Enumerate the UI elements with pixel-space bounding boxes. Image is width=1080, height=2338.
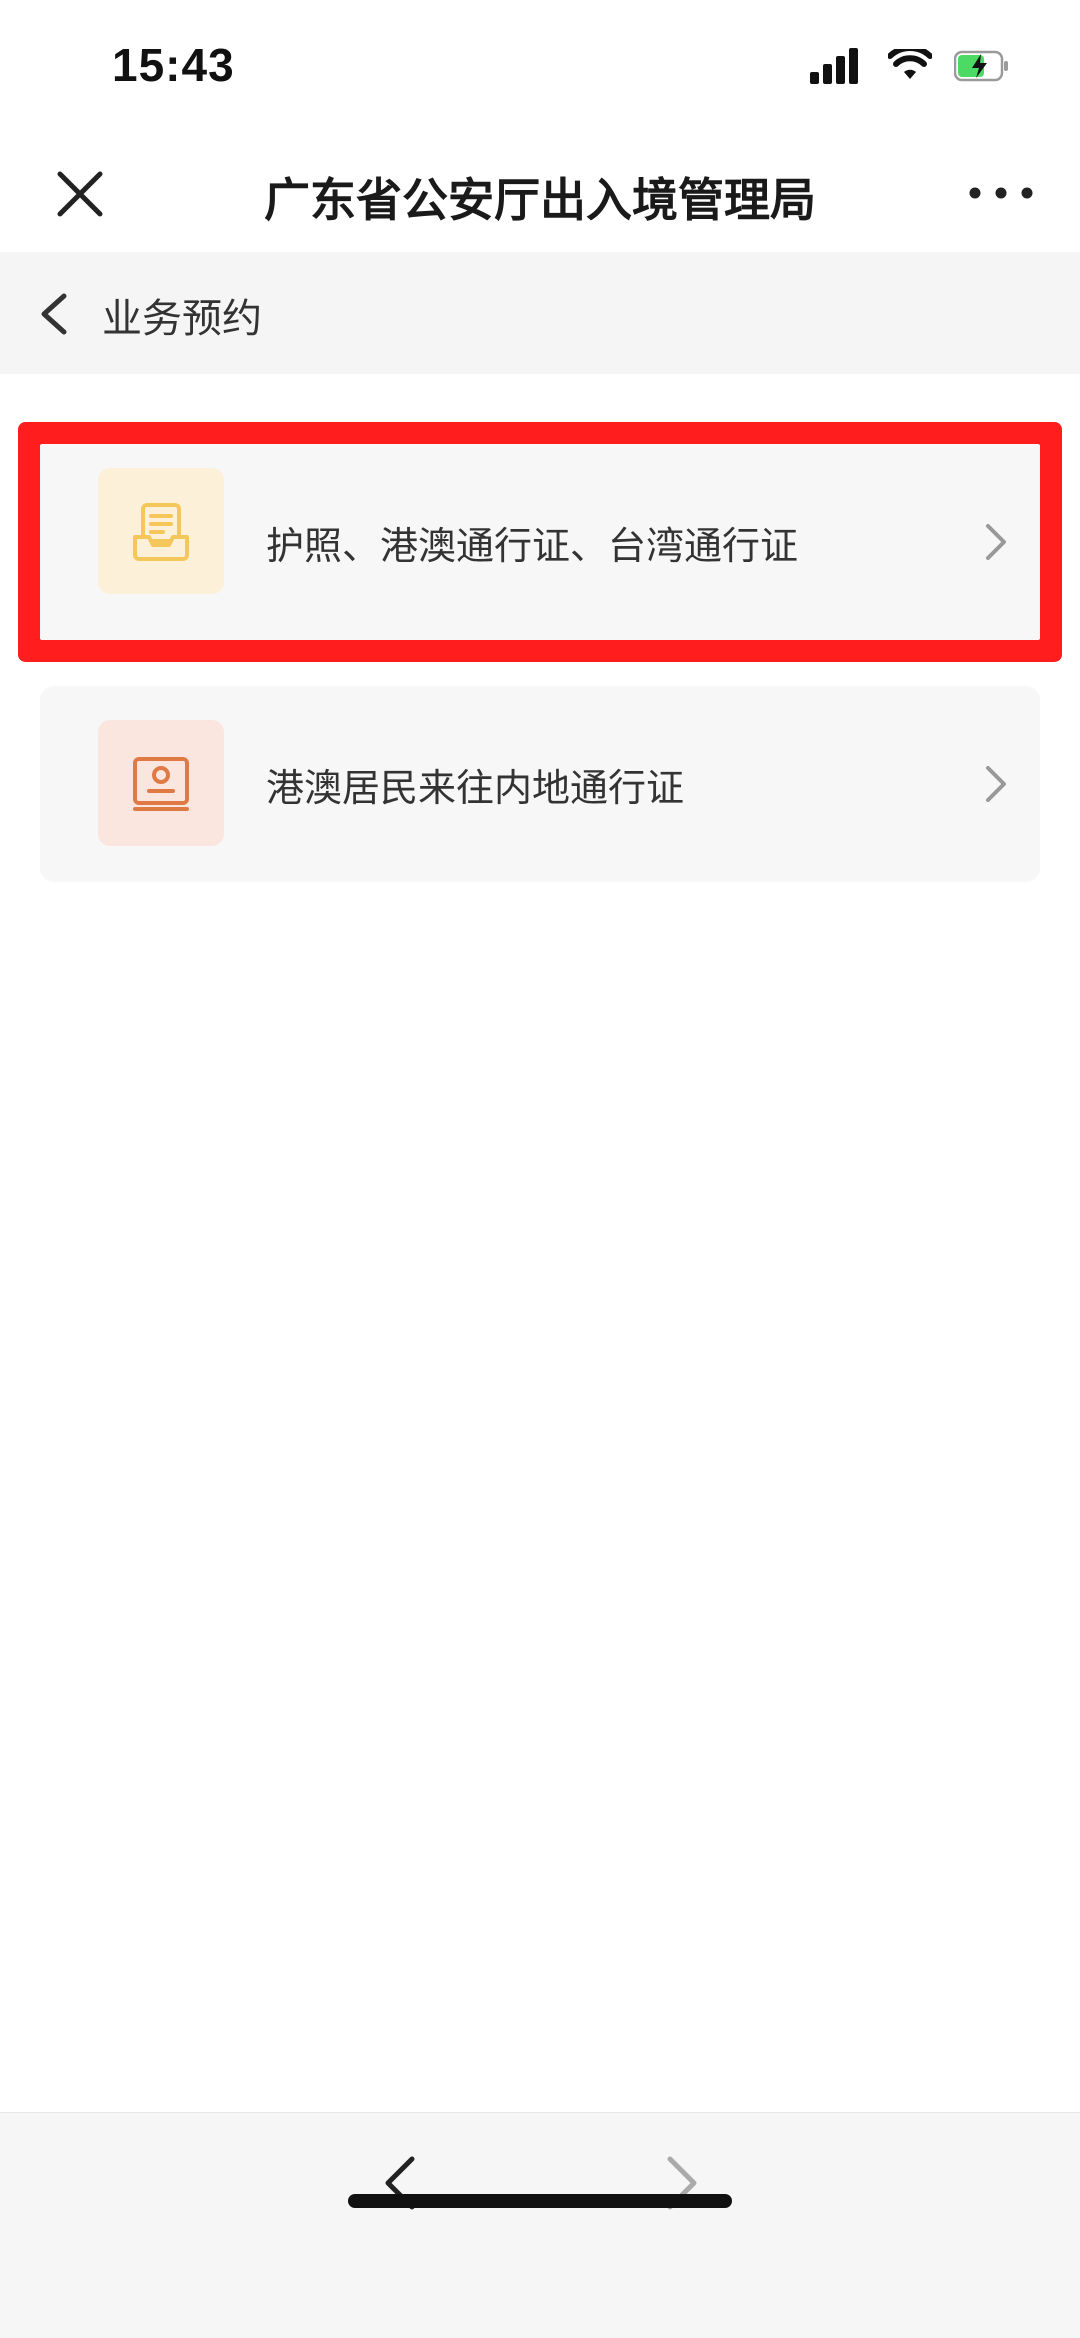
signal-icon: [810, 48, 858, 84]
card-label: 护照、港澳通行证、台湾通行证: [266, 523, 799, 568]
service-card-passport[interactable]: 护照、港澳通行证、台湾通行证: [40, 444, 1040, 640]
wifi-icon: [888, 49, 932, 79]
nav-bar: 广东省公安厅出入境管理局: [0, 140, 1080, 252]
chevron-right-icon: [986, 766, 1006, 802]
sub-header: 业务预约: [0, 252, 1080, 374]
section-title: 业务预约: [102, 296, 262, 342]
card-icon-box: [98, 720, 224, 846]
more-icon[interactable]: [966, 178, 1036, 208]
chevron-right-icon: [986, 524, 1006, 560]
status-icons: [810, 48, 1010, 84]
card-label: 港澳居民来往内地通行证: [266, 765, 685, 810]
page-title: 广东省公安厅出入境管理局: [264, 173, 816, 227]
status-bar: 15:43: [0, 0, 1080, 140]
home-indicator: [348, 2194, 732, 2208]
bottom-toolbar: [0, 2112, 1080, 2338]
id-card-icon: [133, 757, 189, 811]
status-time: 15:43: [112, 39, 235, 91]
battery-charging-icon: [954, 50, 1008, 82]
document-tray-icon: [133, 503, 189, 561]
service-card-hk-macao-resident[interactable]: 港澳居民来往内地通行证: [40, 686, 1040, 882]
chevron-left-icon[interactable]: [34, 292, 74, 336]
card-icon-box: [98, 468, 224, 594]
